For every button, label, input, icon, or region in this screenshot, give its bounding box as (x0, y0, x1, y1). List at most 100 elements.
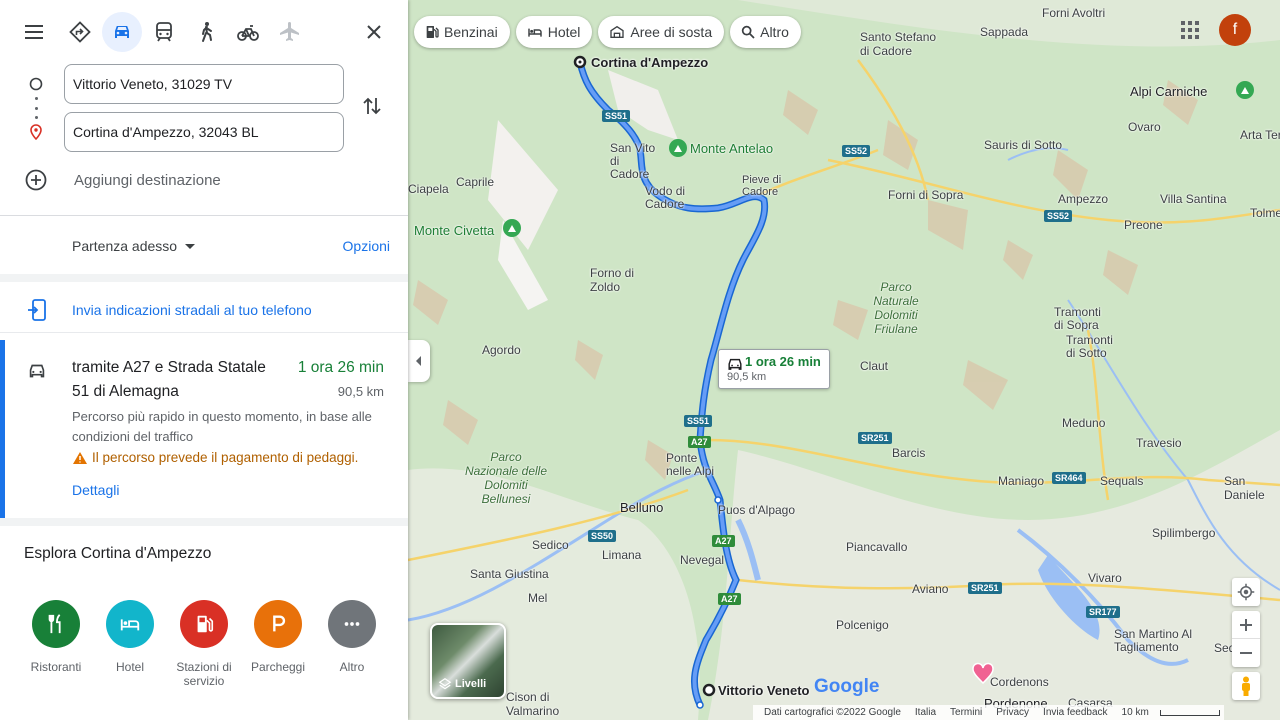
map-place-label[interactable]: Travesio (1136, 436, 1182, 450)
best-route-button[interactable] (60, 12, 100, 52)
map-place-label[interactable]: Santo Stefano di Cadore (860, 30, 940, 58)
map-place-label[interactable]: Ovaro (1128, 120, 1161, 134)
map-place-label[interactable]: Limana (602, 548, 641, 562)
zoom-out-button[interactable] (1232, 639, 1260, 666)
map-place-label[interactable]: Pieve di Cadore (742, 174, 792, 198)
details-link[interactable]: Dettagli (72, 482, 119, 498)
map-place-label[interactable]: Piancavallo (846, 540, 907, 554)
map-place-label[interactable]: Ponte nelle Alpi (666, 452, 716, 478)
map-park-label[interactable]: Parco Nazionale delle Dolomiti Bellunesi (464, 450, 548, 506)
car-mode-button[interactable] (102, 12, 142, 52)
map-place-label[interactable]: Agordo (482, 343, 521, 357)
options-button[interactable]: Opzioni (343, 232, 390, 260)
scale-label[interactable]: 10 km (1122, 707, 1149, 718)
swap-waypoints-button[interactable] (360, 92, 384, 120)
chip-gas-stations[interactable]: Benzinai (414, 16, 510, 48)
map-place-label[interactable]: San Martino Al Tagliamento (1114, 628, 1214, 654)
send-feedback-link[interactable]: Invia feedback (1043, 707, 1108, 718)
map-place-label[interactable]: Monte Antelao (690, 141, 773, 156)
explore-more[interactable]: Altro (322, 600, 382, 688)
my-location-button[interactable] (1232, 578, 1260, 606)
walk-mode-button[interactable] (186, 12, 226, 52)
map-place-label[interactable]: Santa Giustina (470, 567, 549, 581)
zoom-in-button[interactable] (1232, 612, 1260, 639)
transit-mode-button[interactable] (144, 12, 184, 52)
chip-rest-areas[interactable]: Aree di sosta (598, 16, 725, 48)
road-shield: SS51 (602, 110, 631, 122)
map-place-label[interactable]: Maniago (998, 474, 1044, 488)
add-destination-button[interactable]: Aggiungi destinazione (24, 168, 221, 192)
destination-input[interactable]: Cortina d'Ampezzo, 32043 BL (64, 112, 344, 152)
chip-label: Benzinai (444, 24, 498, 40)
map-place-label[interactable]: Belluno (620, 500, 663, 515)
map-place-label[interactable]: Arta Terme (1240, 128, 1280, 142)
road-shield: SR251 (858, 432, 892, 444)
map-place-label[interactable]: Polcenigo (836, 618, 889, 632)
terms-link[interactable]: Termini (950, 707, 982, 718)
map-place-label[interactable]: Monte Civetta (414, 223, 494, 238)
explore-restaurants[interactable]: Ristoranti (26, 600, 86, 688)
layers-button[interactable]: Livelli (430, 623, 506, 699)
map-place-label[interactable]: Sauris di Sotto (984, 138, 1062, 152)
map-place-label[interactable]: Vivaro (1088, 571, 1122, 585)
google-logo-text: Google (814, 676, 880, 697)
map-place-label[interactable]: Aviano (912, 582, 948, 596)
explore-hotels[interactable]: Hotel (100, 600, 160, 688)
road-shield: A27 (688, 436, 711, 448)
section-separator (0, 518, 408, 526)
map-place-label[interactable]: Puos d'Alpago (718, 503, 795, 517)
collapse-panel-button[interactable] (408, 340, 430, 382)
map-place-label[interactable]: San Daniele (1224, 474, 1280, 502)
map-place-label[interactable]: Alpi Carniche (1130, 84, 1207, 99)
destination-map-label[interactable]: Cortina d'Ampezzo (591, 55, 708, 70)
map-place-label[interactable]: Vodo di Cadore (645, 185, 689, 211)
map-canvas[interactable]: Forni Avoltri Santo Stefano di Cadore Sa… (408, 0, 1280, 720)
depart-time-dropdown[interactable]: Partenza adesso (72, 232, 196, 260)
map-place-label[interactable]: Ciapela (408, 182, 449, 196)
route-duration-bubble[interactable]: 1 ora 26 min 90,5 km (718, 349, 830, 389)
menu-button[interactable] (14, 12, 54, 52)
map-place-label[interactable]: Preone (1124, 218, 1163, 232)
map-place-label[interactable]: Forno di Zoldo (590, 266, 636, 294)
map-place-label[interactable]: Tramonti di Sotto (1066, 334, 1122, 360)
section-separator (0, 332, 408, 340)
map-place-label[interactable]: Forni di Sopra (888, 188, 963, 202)
map-place-label[interactable]: Ampezzo (1058, 192, 1108, 206)
map-place-label[interactable]: Spilimbergo (1152, 526, 1215, 540)
origin-map-label[interactable]: Vittorio Veneto (718, 683, 810, 698)
map-place-label[interactable]: Forni Avoltri (1042, 6, 1105, 20)
map-place-label[interactable]: Meduno (1062, 416, 1105, 430)
chip-more[interactable]: Altro (730, 16, 801, 48)
route-option-card[interactable]: tramite A27 e Strada Statale 51 di Alema… (0, 340, 408, 518)
map-place-label[interactable]: San Vito di Cadore (610, 142, 660, 181)
map-place-label[interactable]: Tolmezzo (1250, 206, 1280, 220)
account-avatar[interactable]: f (1219, 14, 1251, 46)
google-apps-icon[interactable] (1178, 18, 1202, 42)
bicycle-mode-button[interactable] (228, 12, 268, 52)
explore-parking[interactable]: Parcheggi (248, 600, 308, 688)
directions-panel: Vittorio Veneto, 31029 TV Cortina d'Ampe… (0, 0, 408, 720)
map-place-label[interactable]: Cordenons (990, 675, 1049, 689)
map-place-label[interactable]: Sedico (532, 538, 569, 552)
map-place-label[interactable]: Cison di Valmarino (506, 690, 566, 718)
chip-hotels[interactable]: Hotel (515, 16, 593, 48)
country-link[interactable]: Italia (915, 707, 936, 718)
map-place-label[interactable]: Villa Santina (1160, 192, 1227, 206)
map-place-label[interactable]: Claut (860, 359, 888, 373)
map-place-label[interactable]: Caprile (456, 175, 494, 189)
origin-input[interactable]: Vittorio Veneto, 31029 TV (64, 64, 344, 104)
map-place-label[interactable]: Barcis (892, 446, 925, 460)
map-park-label[interactable]: Parco Naturale Dolomiti Friulane (856, 280, 936, 336)
send-to-phone-link[interactable]: Invia indicazioni stradali al tuo telefo… (0, 296, 408, 324)
pegman-button[interactable] (1232, 672, 1260, 700)
privacy-link[interactable]: Privacy (996, 707, 1029, 718)
map-place-label[interactable]: Sequals (1100, 474, 1143, 488)
close-directions-button[interactable] (354, 12, 394, 52)
restaurant-icon (32, 600, 80, 648)
explore-gas-stations[interactable]: Stazioni di servizio (174, 600, 234, 688)
map-place-label[interactable]: Mel (528, 591, 547, 605)
map-place-label[interactable]: Sappada (980, 25, 1028, 39)
flight-mode-button[interactable] (270, 12, 310, 52)
map-place-label[interactable]: Tramonti di Sopra (1054, 306, 1110, 332)
map-place-label[interactable]: Nevegal (680, 553, 724, 567)
